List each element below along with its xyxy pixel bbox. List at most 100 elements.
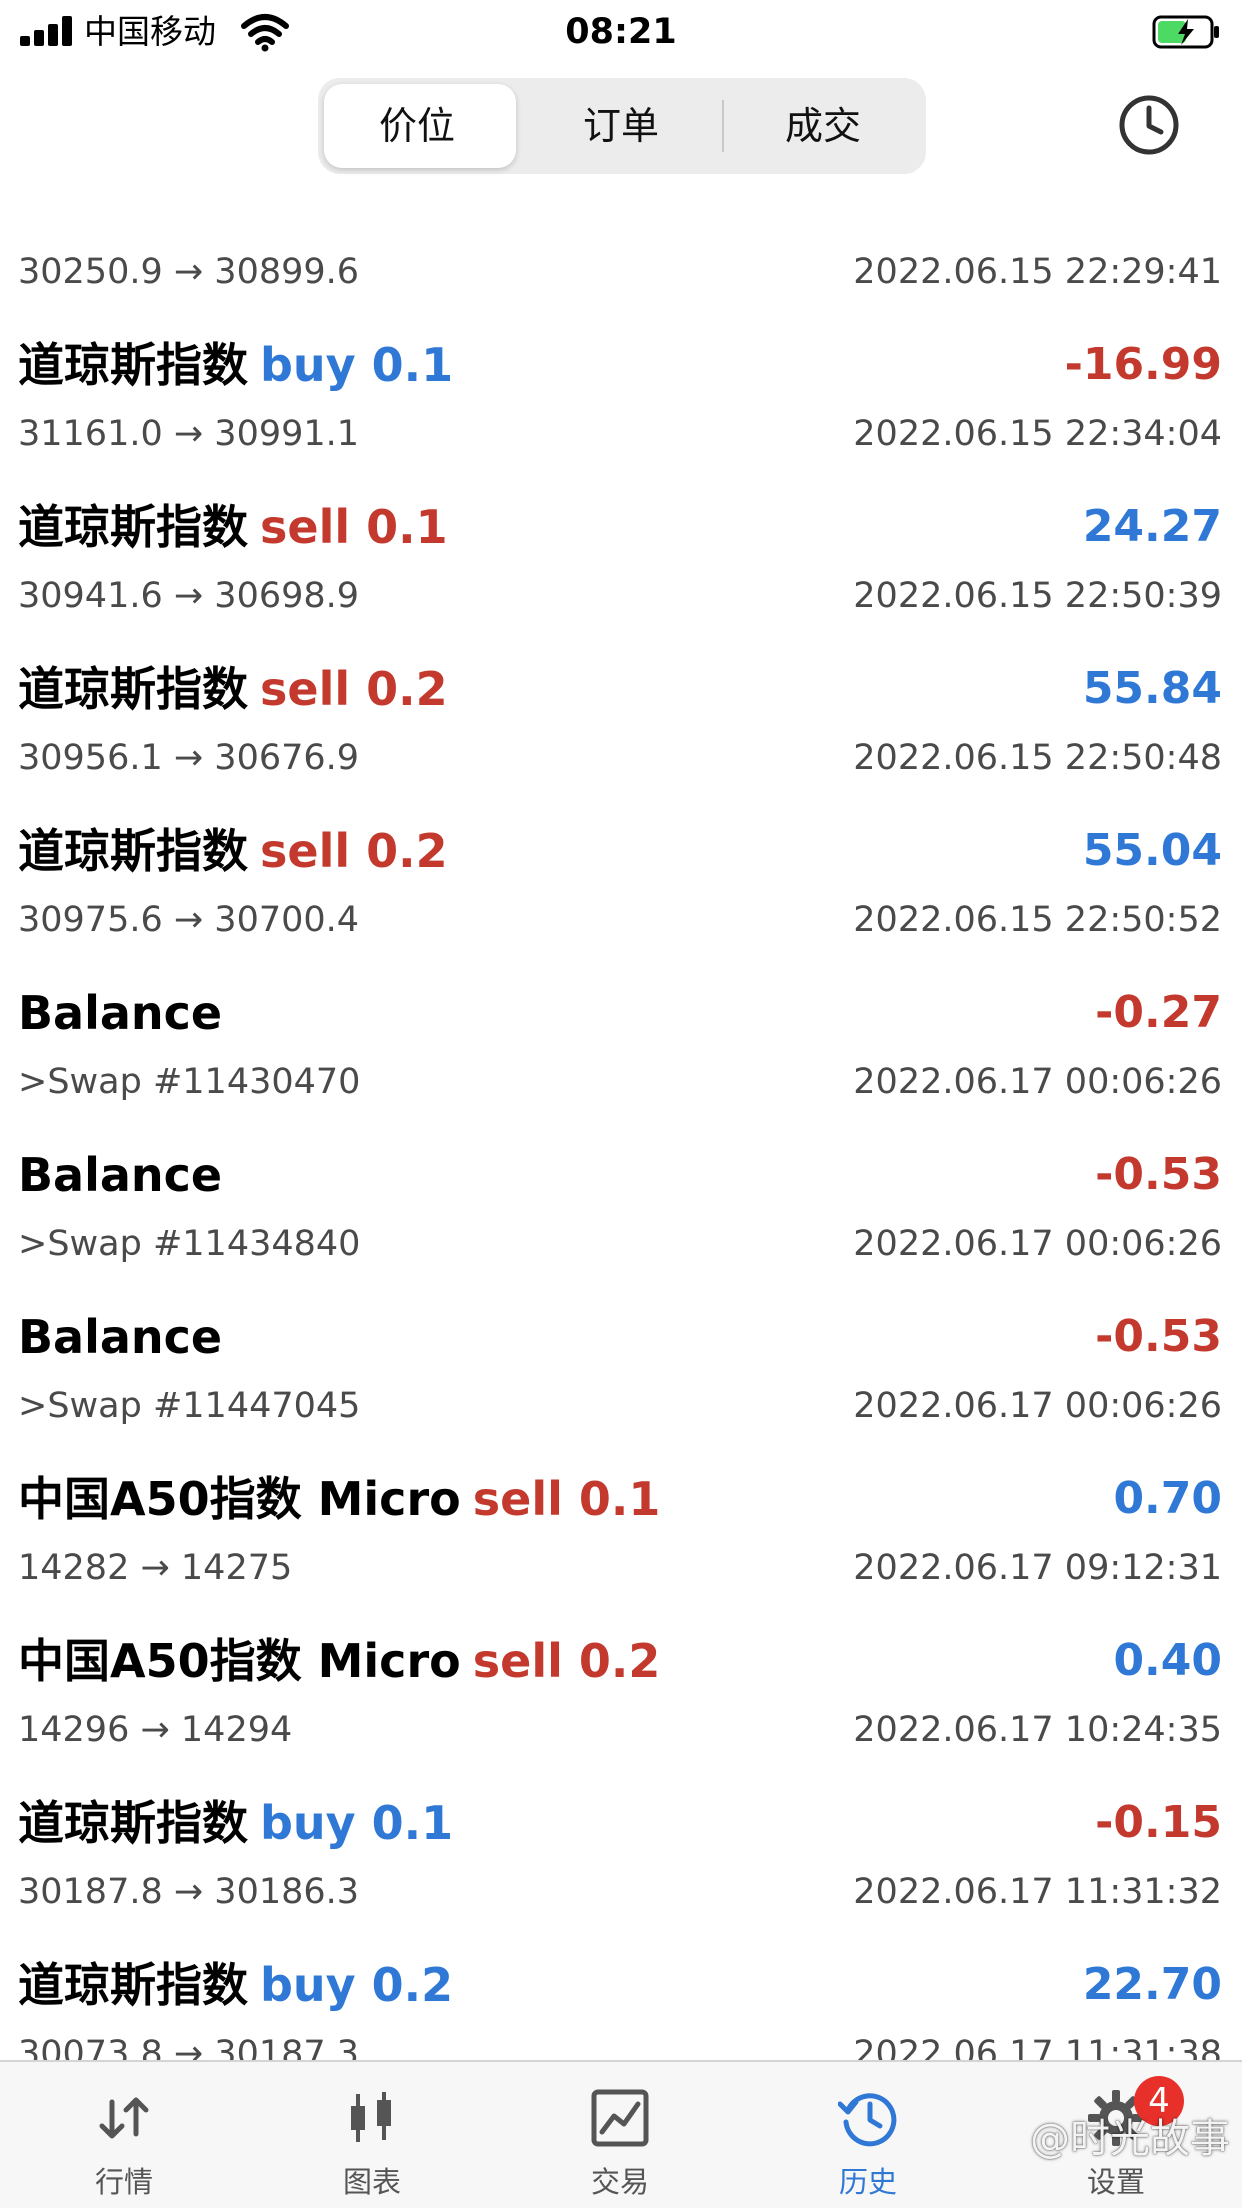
trade-price-range: 30250.9 → 30899.6 <box>18 252 360 292</box>
trade-side: sell 0.1 <box>472 1472 661 1526</box>
trade-profit: 55.84 <box>1082 663 1222 714</box>
trade-row[interactable]: 中国A50指数 Micro sell 0.1 14282 → 14275 0.70 20… <box>0 1458 1242 1620</box>
trade-profit: -0.27 <box>1095 987 1222 1038</box>
trade-title: 中国A50指数 Micro sell 0.1 <box>18 1468 660 1530</box>
trade-profit: -0.15 <box>1095 1797 1222 1848</box>
trade-symbol: 道琼斯指数 <box>18 824 248 878</box>
trade-timestamp: 2022.06.17 00:06:26 <box>853 1386 1222 1426</box>
trade-timestamp: 2022.06.17 11:31:38 <box>853 2034 1222 2060</box>
trade-symbol: 中国A50指数 Micro <box>18 1472 461 1526</box>
candlestick-icon <box>351 2092 391 2142</box>
trade-side: sell 0.1 <box>260 500 448 554</box>
tab-trade-label: 交易 <box>590 2165 649 2199</box>
trade-title: 道琼斯指数 buy 0.1 <box>18 1792 453 1854</box>
trade-title: 道琼斯指数 sell 0.2 <box>18 658 448 720</box>
trade-side: buy 0.2 <box>260 1958 454 2012</box>
trade-profit: -0.53 <box>1095 1311 1222 1362</box>
trade-price-range: 14282 → 14275 <box>18 1548 293 1588</box>
trade-profit: -16.99 <box>1064 339 1222 390</box>
trade-price-range: 30941.6 → 30698.9 <box>18 576 360 616</box>
trade-profit: 55.04 <box>1082 825 1222 876</box>
trade-title: 道琼斯指数 sell 0.1 <box>18 496 448 558</box>
trade-timestamp: 2022.06.15 22:50:48 <box>853 738 1222 778</box>
trade-symbol: Balance <box>18 1310 223 1364</box>
trade-timestamp: 2022.06.17 09:12:31 <box>853 1548 1222 1588</box>
clock-time: 08:21 <box>565 12 677 52</box>
trade-history-list[interactable]: 30250.9 → 30899.6 2022.06.15 22:29:41 道琼斯指… <box>0 174 1242 2060</box>
trade-row[interactable]: 道琼斯指数 sell 0.2 30956.1 → 30676.9 55.84 2022.… <box>0 648 1242 810</box>
trade-row[interactable]: 道琼斯指数 buy 0.2 30073.8 → 30187.3 22.70 2022.0… <box>0 1944 1242 2060</box>
trade-timestamp: 2022.06.15 22:29:41 <box>853 252 1222 292</box>
app-root: 中国移动 08:21 价位 订单 成交 30250.9 → 30899.6 202… <box>0 0 1242 2208</box>
tab-charts[interactable]: 图表 <box>248 2062 496 2208</box>
trade-price-range: >Swap #11434840 <box>18 1224 361 1264</box>
trade-row[interactable]: 道琼斯指数 buy 0.1 31161.0 → 30991.1 -16.99 2022.… <box>0 324 1242 486</box>
trade-symbol: 道琼斯指数 <box>18 662 248 716</box>
trade-side: sell 0.2 <box>472 1634 661 1688</box>
tab-trade[interactable]: 交易 <box>496 2062 744 2208</box>
segment-deals[interactable]: 成交 <box>724 84 922 168</box>
trade-title: Balance <box>18 1144 234 1206</box>
trade-symbol: 道琼斯指数 <box>18 1796 248 1850</box>
arrows-updown-icon <box>99 2097 149 2139</box>
trade-symbol: 中国A50指数 Micro <box>18 1634 461 1688</box>
trade-price-range: 30975.6 → 30700.4 <box>18 900 360 940</box>
tab-history-label: 历史 <box>838 2165 897 2199</box>
trade-symbol: Balance <box>18 986 223 1040</box>
trade-chart-icon <box>591 2089 649 2147</box>
trade-price-range: 30956.1 → 30676.9 <box>18 738 360 778</box>
trade-symbol: 道琼斯指数 <box>18 500 248 554</box>
trade-title: Balance <box>18 1306 234 1368</box>
trade-price-range: >Swap #11447045 <box>18 1386 361 1426</box>
trade-price-range: >Swap #11430470 <box>18 1062 361 1102</box>
trade-timestamp: 2022.06.17 11:31:32 <box>853 1872 1222 1912</box>
trade-timestamp: 2022.06.17 10:24:35 <box>853 1710 1222 1750</box>
trade-row[interactable]: 道琼斯指数 sell 0.2 30975.6 → 30700.4 55.04 2022.… <box>0 810 1242 972</box>
trade-row[interactable]: Balance >Swap #11430470 -0.27 2022.06.17 00… <box>0 972 1242 1134</box>
trade-side: buy 0.1 <box>260 1796 454 1850</box>
watermark: @时光故事 <box>1030 2116 1230 2162</box>
clock-icon[interactable] <box>1118 94 1180 156</box>
trade-title <box>18 174 30 234</box>
trade-title: 中国A50指数 Micro sell 0.2 <box>18 1630 660 1692</box>
trade-timestamp: 2022.06.17 00:06:26 <box>853 1062 1222 1102</box>
trade-price-range: 31161.0 → 30991.1 <box>18 414 360 454</box>
trade-symbol: 道琼斯指数 <box>18 1958 248 2012</box>
trade-row[interactable]: 30250.9 → 30899.6 2022.06.15 22:29:41 <box>0 174 1242 324</box>
trade-profit: 0.70 <box>1113 1473 1222 1524</box>
trade-price-range: 30073.8 → 30187.3 <box>18 2034 360 2060</box>
history-icon <box>838 2093 897 2147</box>
trade-timestamp: 2022.06.17 00:06:26 <box>853 1224 1222 1264</box>
trade-side: sell 0.2 <box>260 662 448 716</box>
trade-timestamp: 2022.06.15 22:34:04 <box>853 414 1222 454</box>
trade-side: sell 0.2 <box>260 824 448 878</box>
mode-segmented-control: 价位 订单 成交 <box>318 78 926 174</box>
trade-symbol: Balance <box>18 1148 223 1202</box>
trade-row[interactable]: 道琼斯指数 sell 0.1 30941.6 → 30698.9 24.27 2022.… <box>0 486 1242 648</box>
trade-profit: 22.70 <box>1082 1959 1222 2010</box>
segment-orders[interactable]: 订单 <box>522 84 720 168</box>
trade-price-range: 30187.8 → 30186.3 <box>18 1872 360 1912</box>
trade-profit: 24.27 <box>1082 501 1222 552</box>
trade-profit: -0.53 <box>1095 1149 1222 1200</box>
trade-title: Balance <box>18 982 234 1044</box>
trade-timestamp: 2022.06.15 22:50:52 <box>853 900 1222 940</box>
segment-price[interactable]: 价位 <box>318 84 516 168</box>
trade-profit: 0.40 <box>1113 1635 1222 1686</box>
trade-title: 道琼斯指数 sell 0.2 <box>18 820 448 882</box>
trade-row[interactable]: 中国A50指数 Micro sell 0.2 14296 → 14294 0.40 20… <box>0 1620 1242 1782</box>
trade-row[interactable]: 道琼斯指数 buy 0.1 30187.8 → 30186.3 -0.15 2022.0… <box>0 1782 1242 1944</box>
tab-history[interactable]: 历史 <box>744 2062 992 2208</box>
tab-settings-label: 设置 <box>1086 2165 1145 2199</box>
trade-price-range: 14296 → 14294 <box>18 1710 293 1750</box>
trade-row[interactable]: Balance >Swap #11434840 -0.53 2022.06.17 00… <box>0 1134 1242 1296</box>
trade-row[interactable]: Balance >Swap #11447045 -0.53 2022.06.17 00… <box>0 1296 1242 1458</box>
battery-charging-icon <box>1152 15 1219 49</box>
status-bar: 中国移动 08:21 <box>0 0 1242 66</box>
tab-quotes-label: 行情 <box>94 2165 153 2199</box>
tab-quotes[interactable]: 行情 <box>0 2062 248 2208</box>
trade-timestamp: 2022.06.15 22:50:39 <box>853 576 1222 616</box>
trade-title: 道琼斯指数 buy 0.2 <box>18 1954 453 2016</box>
tab-charts-label: 图表 <box>342 2165 401 2199</box>
trade-title: 道琼斯指数 buy 0.1 <box>18 334 453 396</box>
